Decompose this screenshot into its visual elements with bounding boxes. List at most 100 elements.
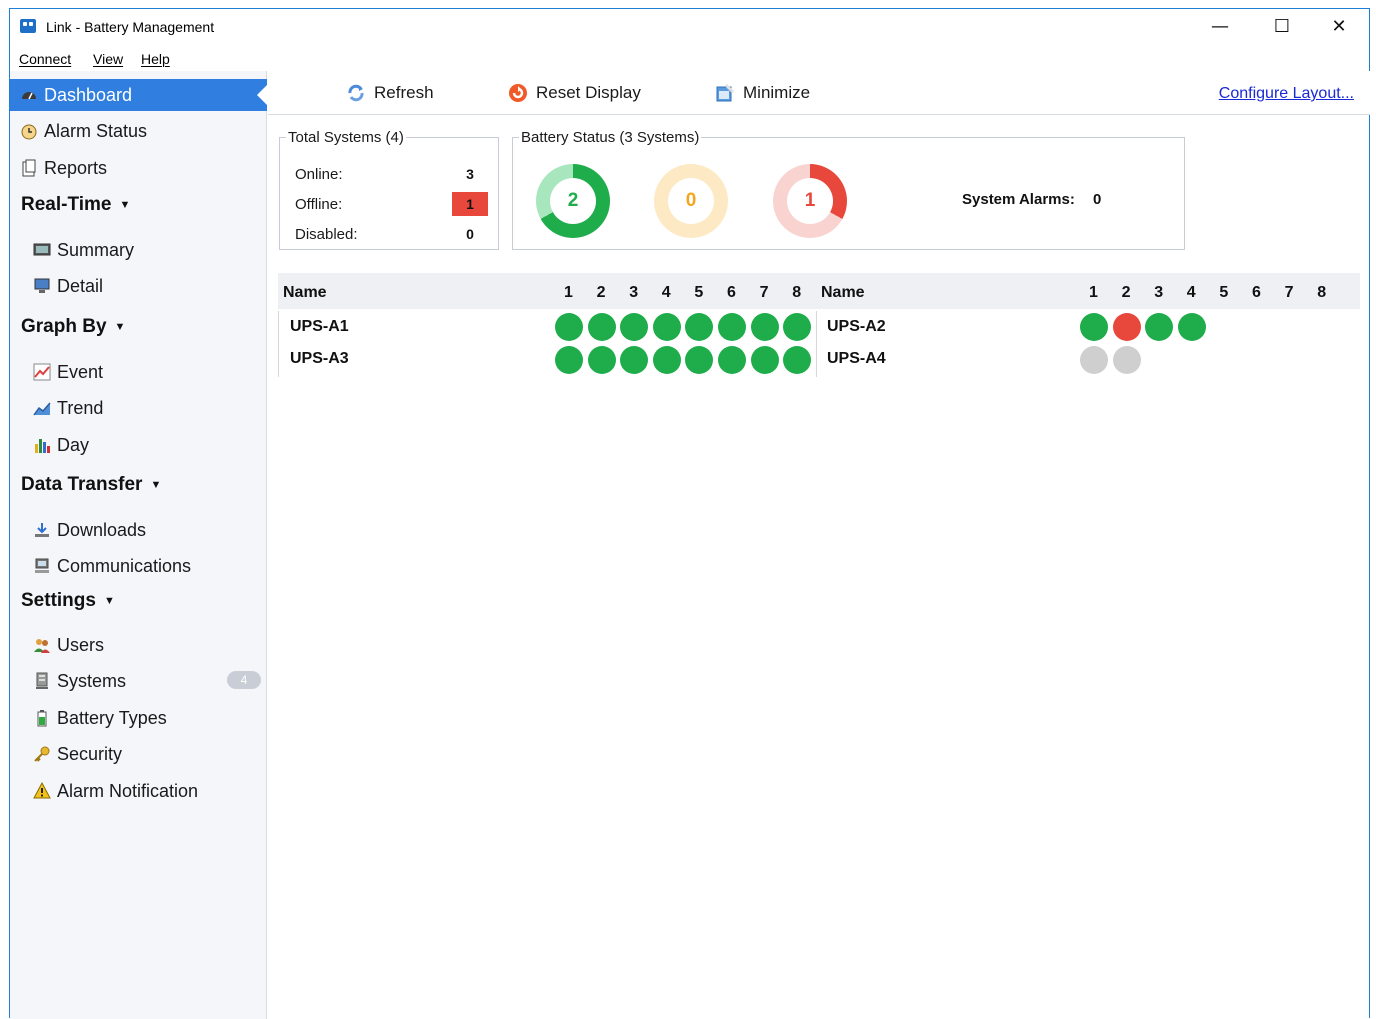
sidebar-item-dashboard[interactable]: Dashboard (10, 79, 267, 111)
sidebar-item-security[interactable]: Security (10, 738, 267, 770)
menu-connect[interactable]: Connect (19, 51, 71, 67)
battery-status-dot[interactable] (1112, 346, 1141, 374)
report-icon (20, 159, 38, 177)
battery-status-dot[interactable] (620, 346, 649, 374)
sidebar-item-label: Security (57, 743, 123, 764)
battery-status-dot[interactable] (1177, 313, 1206, 341)
trend-chart-icon (33, 399, 51, 417)
sidebar-item-reports[interactable]: Reports (10, 152, 267, 184)
total-systems-legend: Total Systems (4) (288, 129, 404, 146)
users-icon (33, 636, 51, 654)
column-number-header: 6 (1252, 284, 1261, 301)
chevron-down-icon: ▼ (119, 199, 131, 211)
sidebar-item-day[interactable]: Day (10, 429, 267, 461)
system-alarms-value: 0 (1093, 191, 1102, 208)
column-number-header: 7 (759, 284, 769, 301)
online-value: 3 (466, 166, 474, 182)
sidebar-item-label: Summary (57, 239, 135, 260)
minimize-edit-icon (715, 83, 735, 103)
sidebar-item-label: Battery Types (57, 707, 167, 728)
sidebar: Dashboard Alarm Status Reports Real-Time… (10, 71, 267, 1019)
sidebar-item-summary[interactable]: Summary (10, 234, 267, 266)
system-name[interactable]: UPS-A4 (827, 350, 886, 368)
name-column-header-right: Name (821, 284, 865, 301)
minimize-window-button[interactable]: — (1197, 9, 1243, 43)
title-bar: Link - Battery Management — ☐ ✕ (10, 9, 1369, 45)
battery-status-dot[interactable] (1112, 313, 1141, 341)
configure-layout-link[interactable]: Configure Layout... (1219, 85, 1354, 103)
sidebar-item-label: Downloads (57, 519, 147, 540)
refresh-label: Refresh (374, 83, 434, 102)
app-window: Link - Battery Management — ☐ ✕ Connect … (9, 8, 1370, 1019)
sidebar-item-alarm-notification[interactable]: Alarm Notification (10, 775, 267, 807)
system-name[interactable]: UPS-A1 (290, 318, 349, 336)
battery-status-dot[interactable] (652, 313, 681, 341)
computer-icon (33, 557, 51, 575)
menu-view[interactable]: View (93, 51, 123, 67)
bar-chart-icon (33, 436, 51, 454)
column-number-header: 4 (661, 284, 671, 301)
battery-status-dot[interactable] (652, 346, 681, 374)
sidebar-item-battery-types[interactable]: Battery Types (10, 702, 267, 734)
battery-status-dot[interactable] (1080, 313, 1108, 341)
settings-section-header[interactable]: Settings ▼ (21, 590, 115, 612)
close-window-button[interactable]: ✕ (1316, 9, 1362, 43)
battery-status-dot[interactable] (718, 346, 746, 374)
detail-monitor-icon (33, 277, 51, 295)
sidebar-item-label: Systems (57, 670, 127, 691)
refresh-button[interactable]: Refresh (346, 83, 434, 103)
menu-help[interactable]: Help (141, 51, 170, 67)
battery-status-dot[interactable] (587, 346, 616, 374)
sidebar-item-communications[interactable]: Communications (10, 550, 267, 582)
battery-status-dot[interactable] (555, 313, 583, 341)
refresh-icon (346, 83, 366, 103)
column-number-header: 8 (1317, 284, 1327, 301)
battery-status-dot[interactable] (718, 313, 746, 341)
dashboard-icon (20, 86, 38, 104)
battery-warning-donut[interactable]: 0 (654, 164, 728, 238)
graph-by-section-header[interactable]: Graph By ▼ (21, 316, 125, 338)
battery-status-dot[interactable] (620, 313, 649, 341)
grid-left-border (278, 311, 279, 377)
battery-ok-donut[interactable]: 2 (536, 164, 610, 238)
battery-status-dot[interactable] (1145, 313, 1174, 341)
reset-icon (508, 83, 528, 103)
sidebar-item-systems[interactable]: Systems 4 (10, 665, 267, 697)
system-name[interactable]: UPS-A3 (290, 350, 349, 368)
sidebar-item-users[interactable]: Users (10, 629, 267, 661)
battery-alarm-donut[interactable]: 1 (773, 164, 847, 238)
reset-display-label: Reset Display (536, 83, 641, 102)
grid-middle-separator (816, 311, 817, 377)
data-transfer-section-header[interactable]: Data Transfer ▼ (21, 474, 161, 496)
system-alarms-label: System Alarms: (962, 191, 1075, 208)
window-title: Link - Battery Management (46, 19, 215, 35)
battery-status-dot[interactable] (750, 346, 779, 374)
sidebar-item-trend[interactable]: Trend (10, 392, 267, 424)
sidebar-item-event[interactable]: Event (10, 356, 267, 388)
sidebar-item-detail[interactable]: Detail (10, 270, 267, 302)
section-label: Data Transfer (21, 474, 143, 495)
toolbar: Refresh Reset Display Minimize Configure… (268, 71, 1370, 115)
system-name[interactable]: UPS-A2 (827, 318, 886, 336)
battery-status-dot[interactable] (555, 346, 583, 374)
download-icon (33, 521, 51, 539)
sidebar-item-label: Dashboard (44, 84, 133, 105)
reset-display-button[interactable]: Reset Display (508, 83, 641, 103)
minimize-panel-button[interactable]: Minimize (715, 83, 810, 103)
battery-status-dot[interactable] (1080, 346, 1108, 374)
battery-status-dot[interactable] (750, 313, 779, 341)
server-icon (33, 672, 51, 690)
battery-status-dot[interactable] (783, 313, 812, 341)
battery-status-group: Battery Status (3 Systems) 2 0 1 System … (512, 129, 1185, 250)
sidebar-item-label: Day (57, 434, 90, 455)
sidebar-item-label: Communications (57, 555, 192, 576)
realtime-section-header[interactable]: Real-Time ▼ (21, 194, 130, 216)
sidebar-item-alarm-status[interactable]: Alarm Status (10, 115, 267, 147)
sidebar-item-label: Alarm Status (44, 120, 148, 141)
column-number-header: 3 (629, 284, 639, 301)
sidebar-item-downloads[interactable]: Downloads (10, 514, 267, 546)
disabled-value: 0 (466, 226, 474, 242)
battery-status-dot[interactable] (587, 313, 616, 341)
maximize-window-button[interactable]: ☐ (1259, 9, 1305, 43)
battery-status-dot[interactable] (783, 346, 812, 374)
